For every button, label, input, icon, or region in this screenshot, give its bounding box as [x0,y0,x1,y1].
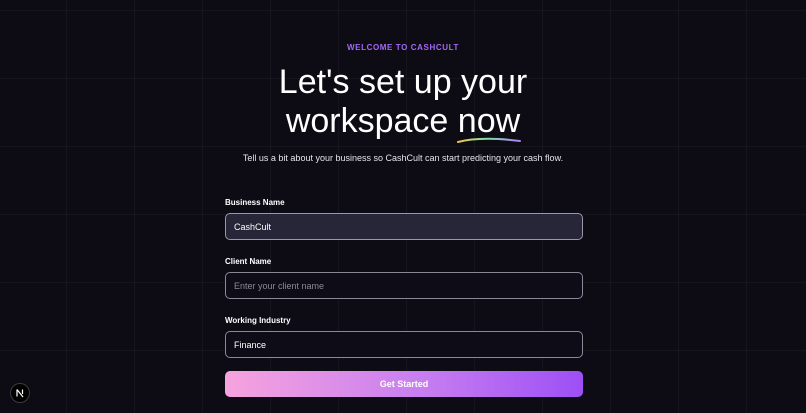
headline-accent: now [456,102,521,143]
nextjs-logo-icon [16,389,24,398]
working-industry-label: Working Industry [225,316,291,325]
page-title: Let's set up your workspace now [0,63,806,143]
headline-accent-word: now [457,102,521,140]
headline-line-1: Let's set up your [278,63,528,101]
workspace-setup-form: Business Name Client Name Working Indust… [225,198,583,397]
working-industry-input[interactable] [225,331,583,358]
business-name-label: Business Name [225,198,285,207]
welcome-eyebrow: WELCOME TO CASHCULT [347,43,459,52]
nextjs-dev-badge[interactable] [10,383,30,403]
business-name-input[interactable] [225,213,583,240]
client-name-input[interactable] [225,272,583,299]
page-subtitle: Tell us a bit about your business so Cas… [242,153,564,163]
squiggle-underline-icon [456,137,521,143]
client-name-label: Client Name [225,257,272,266]
headline-line-2-prefix: workspace [285,102,458,140]
get-started-button[interactable]: Get Started [225,371,583,397]
